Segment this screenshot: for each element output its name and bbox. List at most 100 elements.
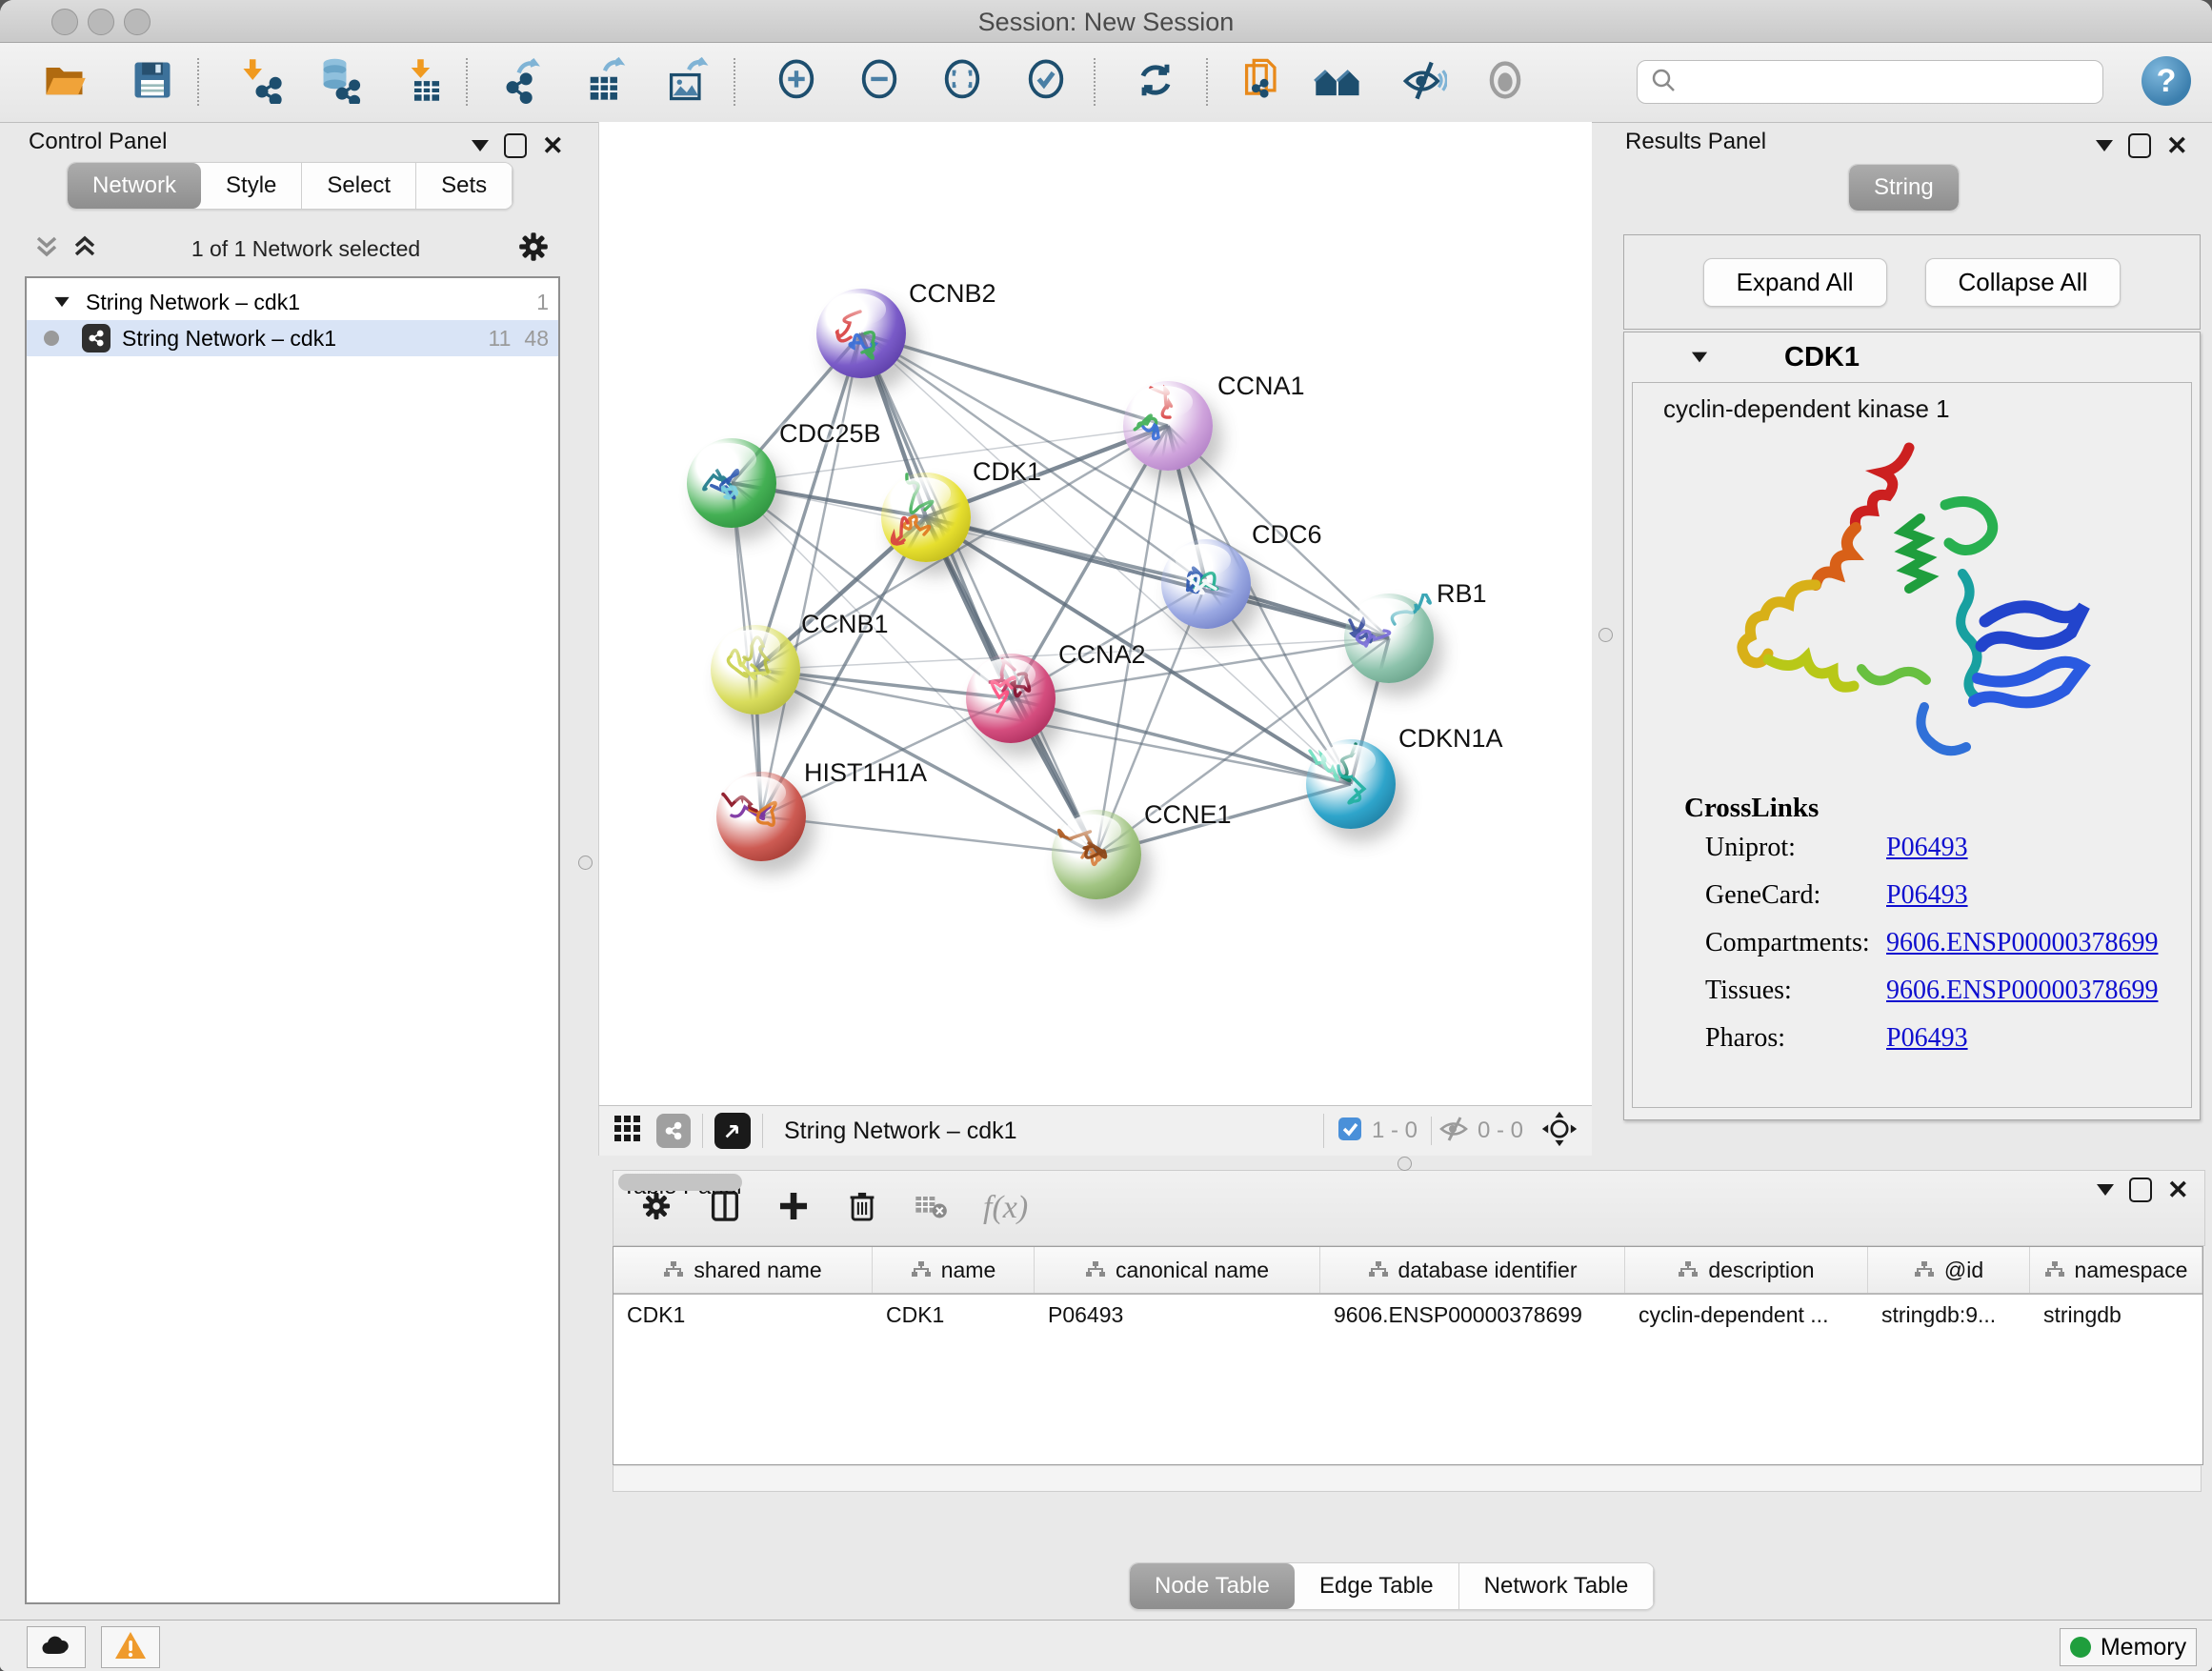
panel-float-icon[interactable] bbox=[2128, 133, 2151, 158]
table-cell[interactable]: CDK1 bbox=[613, 1302, 873, 1328]
expand-all-icon[interactable] bbox=[72, 232, 97, 266]
network-node-CCNE1[interactable] bbox=[1052, 810, 1141, 899]
tab-network[interactable]: Network bbox=[68, 163, 201, 209]
left-splitter-grip[interactable] bbox=[578, 856, 593, 870]
network-edge[interactable] bbox=[761, 333, 861, 816]
cloud-status-button[interactable] bbox=[27, 1626, 86, 1668]
protein-card-header[interactable]: CDK1 bbox=[1624, 332, 2200, 382]
crosslink-link[interactable]: 9606.ENSP00000378699 bbox=[1886, 928, 2158, 958]
hide-unhide-button[interactable] bbox=[1397, 54, 1450, 110]
import-network-database-button[interactable] bbox=[314, 54, 368, 110]
delete-column-icon[interactable] bbox=[844, 1188, 880, 1229]
network-node-CCNB1[interactable] bbox=[711, 625, 800, 715]
zoom-in-button[interactable] bbox=[770, 54, 823, 110]
column-header-@id[interactable]: @id bbox=[1868, 1247, 2030, 1293]
expand-all-button[interactable]: Expand All bbox=[1703, 258, 1887, 307]
save-session-button[interactable] bbox=[126, 54, 179, 110]
home-networks-button[interactable] bbox=[1312, 54, 1365, 110]
collapse-all-icon[interactable] bbox=[34, 232, 59, 266]
column-header-description[interactable]: description bbox=[1625, 1247, 1868, 1293]
help-button[interactable]: ? bbox=[2142, 56, 2191, 106]
network-edge[interactable] bbox=[761, 816, 1096, 855]
scrollbar-thumb[interactable] bbox=[618, 1174, 742, 1191]
column-header-database-identifier[interactable]: database identifier bbox=[1320, 1247, 1625, 1293]
clone-network-button[interactable] bbox=[1237, 54, 1290, 110]
tab-sets[interactable]: Sets bbox=[416, 163, 513, 209]
network-node-RB1[interactable] bbox=[1344, 594, 1434, 683]
network-node-CDKN1A[interactable] bbox=[1306, 739, 1396, 829]
network-node-CDC25B[interactable] bbox=[687, 438, 776, 528]
selected-checkbox-icon[interactable] bbox=[1336, 1115, 1364, 1148]
birdseye-view-icon[interactable] bbox=[714, 1113, 751, 1149]
refresh-button[interactable] bbox=[1129, 54, 1182, 110]
network-node-CDC6[interactable] bbox=[1161, 539, 1251, 629]
network-edge[interactable] bbox=[1011, 698, 1351, 784]
show-graphics-button[interactable] bbox=[1478, 54, 1532, 110]
network-node-CCNA1[interactable] bbox=[1123, 381, 1213, 471]
export-network-button[interactable] bbox=[497, 54, 551, 110]
panel-close-icon[interactable]: ✕ bbox=[2166, 136, 2188, 155]
memory-button[interactable]: Memory bbox=[2060, 1628, 2197, 1666]
crosslink-link[interactable]: 9606.ENSP00000378699 bbox=[1886, 976, 2158, 1006]
export-table-button[interactable] bbox=[579, 54, 633, 110]
horizontal-splitter-grip[interactable] bbox=[1398, 1157, 1412, 1171]
search-input[interactable] bbox=[1678, 68, 2102, 96]
column-header-shared-name[interactable]: shared name bbox=[613, 1247, 873, 1293]
crosslink-link[interactable]: P06493 bbox=[1886, 833, 1968, 863]
grid-view-icon[interactable] bbox=[613, 1114, 643, 1149]
network-row-selected[interactable]: String Network – cdk1 11 48 bbox=[27, 320, 558, 356]
protein-expand-caret-icon[interactable] bbox=[1692, 352, 1707, 363]
table-cell[interactable]: 9606.ENSP00000378699 bbox=[1320, 1302, 1625, 1328]
network-edge[interactable] bbox=[861, 333, 1168, 426]
panel-collapse-icon[interactable] bbox=[472, 140, 489, 151]
zoom-out-button[interactable] bbox=[853, 54, 906, 110]
crosslink-link[interactable]: P06493 bbox=[1886, 1023, 1968, 1054]
tab-network-table[interactable]: Network Table bbox=[1459, 1563, 1655, 1609]
column-header-name[interactable]: name bbox=[873, 1247, 1035, 1293]
right-splitter-grip[interactable] bbox=[1599, 628, 1613, 642]
network-node-HIST1H1A[interactable] bbox=[716, 772, 806, 861]
table-cell[interactable]: stringdb:9... bbox=[1868, 1302, 2030, 1328]
tree-options-gear-icon[interactable] bbox=[514, 228, 553, 271]
open-session-button[interactable] bbox=[38, 54, 91, 110]
network-node-CDK1[interactable] bbox=[881, 473, 971, 562]
panel-close-icon[interactable]: ✕ bbox=[542, 136, 564, 155]
column-header-namespace[interactable]: namespace bbox=[2030, 1247, 2202, 1293]
table-row[interactable]: CDK1CDK1P064939606.ENSP00000378699cyclin… bbox=[613, 1295, 2202, 1335]
hidden-eye-slash-icon bbox=[1438, 1115, 1470, 1148]
warning-status-button[interactable] bbox=[101, 1626, 160, 1668]
table-cell[interactable]: cyclin-dependent ... bbox=[1625, 1302, 1868, 1328]
tab-edge-table[interactable]: Edge Table bbox=[1295, 1563, 1459, 1609]
tab-string[interactable]: String bbox=[1849, 165, 1959, 211]
export-image-button[interactable] bbox=[661, 54, 714, 110]
tab-node-table[interactable]: Node Table bbox=[1130, 1563, 1295, 1609]
crosslink-link[interactable]: P06493 bbox=[1886, 880, 1968, 911]
table-cell[interactable]: stringdb bbox=[2030, 1302, 2202, 1328]
zoom-selected-button[interactable] bbox=[1019, 54, 1073, 110]
import-table-button[interactable] bbox=[400, 54, 453, 110]
collection-expand-caret-icon[interactable] bbox=[54, 297, 69, 307]
tab-select[interactable]: Select bbox=[302, 163, 416, 209]
panel-float-icon[interactable] bbox=[504, 133, 527, 158]
tab-style[interactable]: Style bbox=[201, 163, 302, 209]
panel-close-icon[interactable]: ✕ bbox=[2167, 1180, 2189, 1199]
table-cell[interactable]: P06493 bbox=[1035, 1302, 1320, 1328]
collapse-all-button[interactable]: Collapse All bbox=[1925, 258, 2122, 307]
panel-float-icon[interactable] bbox=[2129, 1178, 2152, 1202]
create-column-icon[interactable] bbox=[775, 1188, 812, 1229]
network-node-CCNB2[interactable] bbox=[816, 289, 906, 378]
network-badge-icon[interactable] bbox=[656, 1114, 691, 1148]
table-horizontal-scrollbar[interactable] bbox=[613, 1465, 2202, 1492]
zoom-fit-button[interactable] bbox=[935, 54, 989, 110]
panel-collapse-icon[interactable] bbox=[2096, 140, 2113, 151]
pan-crosshair-icon[interactable] bbox=[1540, 1110, 1579, 1153]
network-node-CCNA2[interactable] bbox=[966, 654, 1056, 743]
crosslinks-title: CrossLinks bbox=[1633, 793, 2191, 824]
network-canvas[interactable]: CCNB2CCNA1CDC25BCDK1CDC6RB1CCNB1CCNA2CDK… bbox=[598, 122, 1592, 1105]
column-header-canonical-name[interactable]: canonical name bbox=[1035, 1247, 1320, 1293]
table-cell[interactable]: CDK1 bbox=[873, 1302, 1035, 1328]
import-network-file-button[interactable] bbox=[235, 54, 289, 110]
toolbar-separator bbox=[734, 58, 735, 106]
network-collection-row[interactable]: String Network – cdk1 1 bbox=[27, 284, 558, 320]
panel-collapse-icon[interactable] bbox=[2097, 1184, 2114, 1196]
